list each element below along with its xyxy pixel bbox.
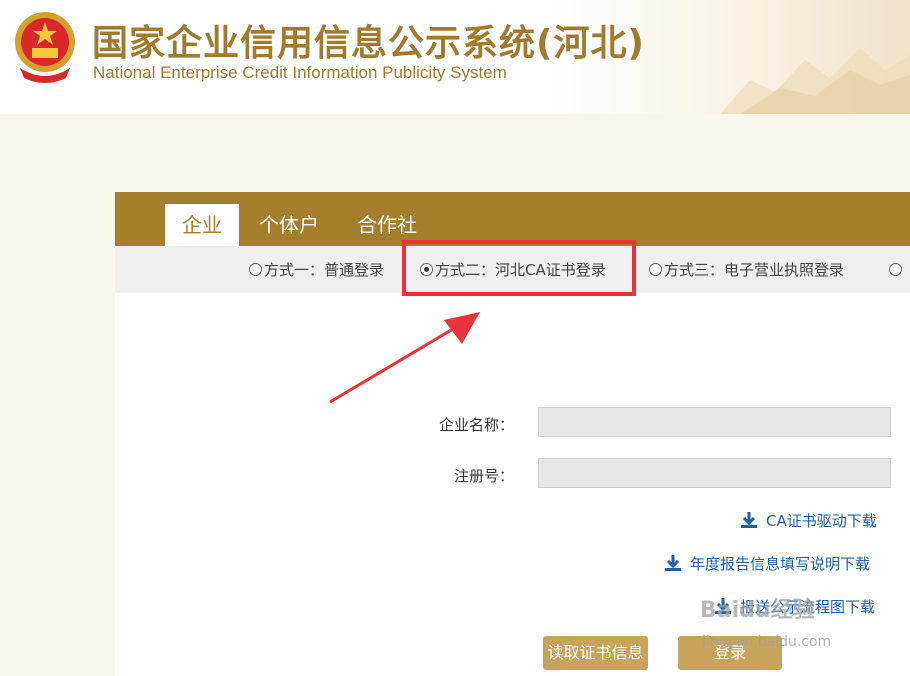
great-wall-decoration-icon: [720, 48, 910, 114]
company-name-label: 企业名称：: [438, 416, 514, 434]
radio-unchecked-icon[interactable]: [249, 263, 262, 276]
tab-individual[interactable]: 个体户: [251, 204, 327, 246]
login-method-label: 方式三：电子营业执照登录: [664, 261, 845, 279]
download-link-label: 年度报告信息填写说明下载: [690, 555, 871, 573]
annotation-arrow-icon: [329, 312, 480, 404]
site-header: 国家企业信用信息公示系统(河北) National Enterprise Cre…: [0, 0, 910, 114]
download-icon: [741, 512, 757, 528]
company-name-input[interactable]: [538, 407, 891, 437]
baidu-watermark: Baidu经验: [700, 598, 815, 623]
site-subtitle: National Enterprise Credit Information P…: [93, 63, 507, 82]
download-icon: [665, 555, 681, 571]
reg-no-input[interactable]: [538, 458, 891, 488]
radio-unchecked-icon[interactable]: [889, 263, 902, 276]
tab-enterprise[interactable]: 企业: [165, 204, 239, 246]
login-method-label: 方式一：普通登录: [264, 261, 385, 279]
reg-no-label: 注册号：: [453, 467, 514, 485]
radio-unchecked-icon[interactable]: [649, 263, 662, 276]
login-method-more[interactable]: [889, 259, 904, 281]
read-cert-button[interactable]: 读取证书信息: [543, 636, 648, 670]
login-method-normal[interactable]: 方式一：普通登录: [249, 259, 384, 281]
highlight-annotation-box: [402, 240, 636, 296]
national-emblem-icon: [15, 12, 75, 83]
entity-type-tab-bar: 企业 个体户 合作社: [115, 192, 910, 246]
download-link-label: CA证书驱动下载: [766, 512, 877, 530]
baidu-watermark-url: jingyan.baidu.com: [702, 634, 832, 650]
site-title: 国家企业信用信息公示系统(河北): [92, 23, 645, 64]
login-method-e-license[interactable]: 方式三：电子营业执照登录: [649, 259, 844, 281]
download-ca-driver-link[interactable]: CA证书驱动下载: [740, 511, 877, 531]
download-annual-report-guide-link[interactable]: 年度报告信息填写说明下载: [664, 554, 870, 574]
